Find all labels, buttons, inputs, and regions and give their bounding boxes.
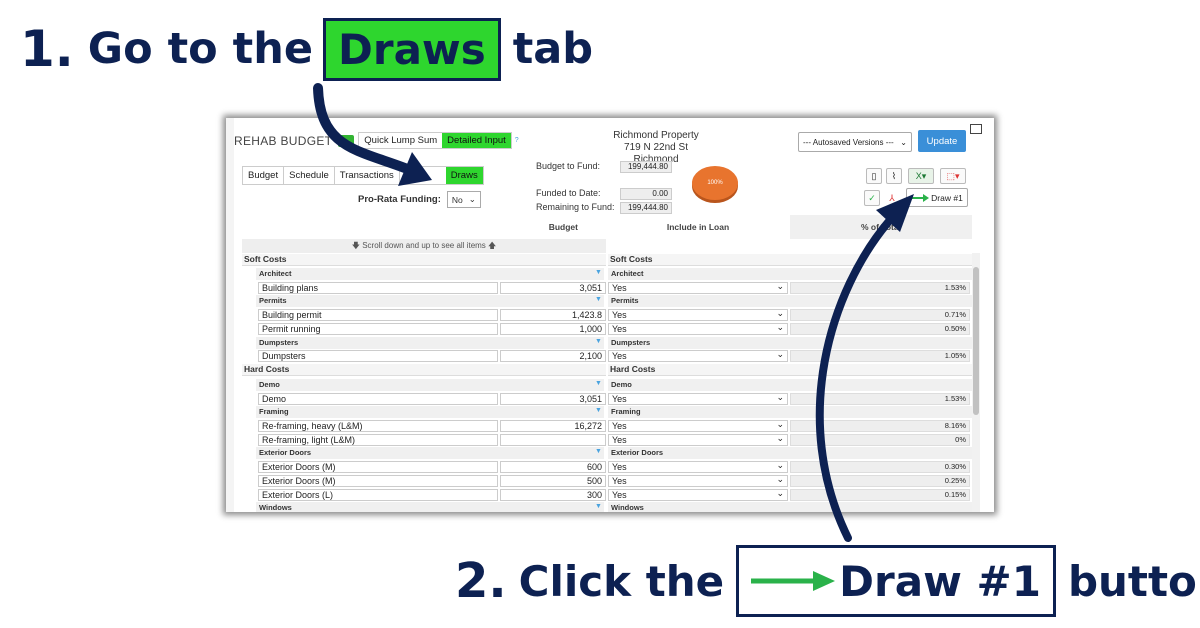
annotation-arrows [313, 83, 914, 542]
arrow-to-draws-tab [313, 83, 415, 175]
step2-suffix: button [1067, 556, 1200, 606]
arrow-to-draw-button [815, 216, 894, 542]
green-arrow-icon [751, 571, 836, 591]
draw-button-callout: Draw #1 [736, 545, 1056, 617]
step2-number: 2. [455, 553, 507, 609]
draw-button-callout-label: Draw #1 [839, 556, 1041, 606]
step2-instruction: 2. Click the Draw #1 button [455, 542, 1200, 620]
step2-text: Click the [518, 556, 725, 606]
